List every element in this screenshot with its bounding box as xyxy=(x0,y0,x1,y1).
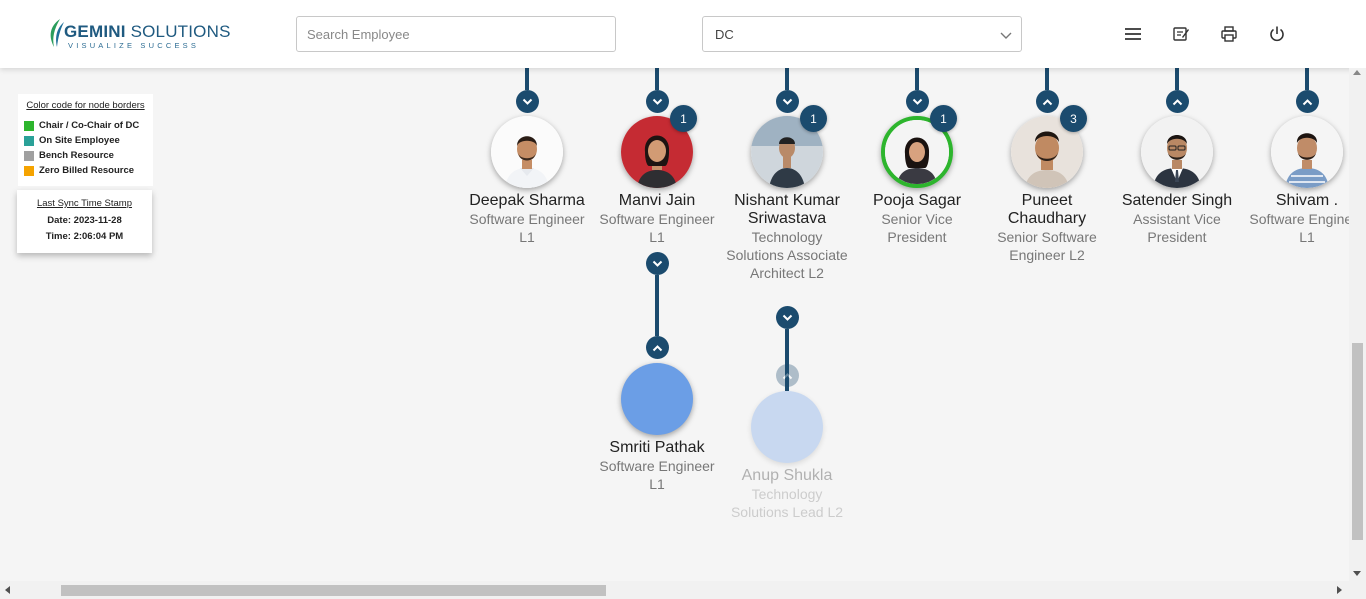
logo-wordmark: GEMINI SOLUTIONS xyxy=(64,22,231,41)
scroll-left-arrow[interactable] xyxy=(5,586,10,594)
employee-card-satender-singh[interactable]: Satender Singh Assistant Vice President xyxy=(1112,192,1242,246)
expand-children-toggle[interactable] xyxy=(646,252,669,275)
chevron-down-icon xyxy=(912,98,923,105)
gemini-solutions-logo[interactable]: GEMINI SOLUTIONS VISUALIZE SUCCESS xyxy=(46,16,230,52)
employee-name: Manvi Jain xyxy=(618,192,696,209)
print-icon[interactable] xyxy=(1218,23,1240,45)
avatar[interactable] xyxy=(491,116,563,188)
collapse-toggle[interactable] xyxy=(1166,90,1189,113)
employee-card-anup-shukla[interactable]: Anup Shukla Technology Solutions Lead L2 xyxy=(722,467,852,521)
leaf-logo-icon xyxy=(50,19,64,47)
expand-children-toggle[interactable] xyxy=(776,306,799,329)
chevron-down-icon xyxy=(1000,32,1012,39)
vertical-scrollbar-thumb[interactable] xyxy=(1352,343,1363,540)
collapse-toggle[interactable] xyxy=(646,336,669,359)
employee-name: Anup Shukla xyxy=(741,467,833,484)
chevron-up-icon xyxy=(652,344,663,351)
logo-tagline: VISUALIZE SUCCESS xyxy=(68,41,200,50)
edit-note-icon[interactable] xyxy=(1170,23,1192,45)
chevron-down-icon xyxy=(652,260,663,267)
employee-title: Software Engineer L1 xyxy=(599,211,715,245)
chevron-down-icon xyxy=(782,98,793,105)
employee-name: Shivam . xyxy=(1275,192,1339,209)
employee-card-smriti-pathak[interactable]: Smriti Pathak Software Engineer L1 xyxy=(592,439,722,493)
expand-toggle[interactable] xyxy=(646,90,669,113)
employee-name: Deepak Sharma xyxy=(469,192,585,209)
top-header: GEMINI SOLUTIONS VISUALIZE SUCCESS DC xyxy=(0,0,1366,68)
expand-toggle[interactable] xyxy=(516,90,539,113)
employee-card-nishant-kumar-sriwastava[interactable]: Nishant Kumar Sriwastava Technology Solu… xyxy=(722,192,852,282)
department-select[interactable]: DC xyxy=(702,16,1022,52)
scroll-down-arrow[interactable] xyxy=(1353,571,1361,576)
chevron-down-icon xyxy=(782,314,793,321)
employee-title: Assistant Vice President xyxy=(1133,211,1221,245)
chevron-up-icon xyxy=(782,372,793,379)
scroll-right-arrow[interactable] xyxy=(1337,586,1342,594)
collapse-toggle[interactable] xyxy=(776,364,799,387)
chevron-down-icon xyxy=(652,98,663,105)
employee-name: Satender Singh xyxy=(1121,192,1233,209)
horizontal-scrollbar-thumb[interactable] xyxy=(61,585,606,596)
connector-line xyxy=(525,68,529,90)
scroll-up-arrow[interactable] xyxy=(1353,70,1361,75)
reportee-count-badge: 1 xyxy=(930,105,957,132)
menu-icon[interactable] xyxy=(1122,23,1144,45)
collapse-toggle[interactable] xyxy=(1036,90,1059,113)
employee-name: Smriti Pathak xyxy=(609,439,705,456)
employee-card-manvi-jain[interactable]: Manvi Jain Software Engineer L1 xyxy=(592,192,722,246)
employee-card-pooja-sagar[interactable]: Pooja Sagar Senior Vice President xyxy=(852,192,982,246)
reportee-count-badge: 3 xyxy=(1060,105,1087,132)
expand-toggle[interactable] xyxy=(906,90,929,113)
employee-title: Senior Software Engineer L2 xyxy=(997,229,1097,263)
connector-line xyxy=(655,275,659,336)
power-icon[interactable] xyxy=(1266,23,1288,45)
org-chart-canvas[interactable]: Deepak Sharma Software Engineer L1 1 Man… xyxy=(0,68,1349,581)
employee-name: Puneet Chaudhary xyxy=(1007,192,1087,227)
collapse-toggle[interactable] xyxy=(1296,90,1319,113)
reportee-count-badge: 1 xyxy=(670,105,697,132)
department-select-value: DC xyxy=(715,27,734,42)
connector-line xyxy=(655,68,659,90)
search-employee-input[interactable] xyxy=(296,16,616,52)
employee-title: Software Engineer L1 xyxy=(1249,211,1349,245)
chevron-up-icon xyxy=(1302,98,1313,105)
employee-title: Software Engineer L1 xyxy=(599,458,715,492)
chevron-down-icon xyxy=(522,98,533,105)
avatar[interactable] xyxy=(1141,116,1213,188)
connector-line xyxy=(1175,68,1179,90)
connector-line xyxy=(915,68,919,90)
connector-line xyxy=(785,68,789,90)
expand-toggle[interactable] xyxy=(776,90,799,113)
reportee-count-badge: 1 xyxy=(800,105,827,132)
avatar-placeholder[interactable] xyxy=(751,391,823,463)
chevron-up-icon xyxy=(1042,98,1053,105)
employee-card-shivam[interactable]: Shivam . Software Engineer L1 xyxy=(1242,192,1349,246)
employee-card-deepak-sharma[interactable]: Deepak Sharma Software Engineer L1 xyxy=(462,192,592,246)
avatar-placeholder[interactable] xyxy=(621,363,693,435)
employee-title: Senior Vice President xyxy=(881,211,953,245)
connector-line xyxy=(1045,68,1049,90)
employee-name: Pooja Sagar xyxy=(872,192,962,209)
chevron-up-icon xyxy=(1172,98,1183,105)
connector-line xyxy=(1305,68,1309,90)
employee-title: Software Engineer L1 xyxy=(469,211,585,245)
employee-title: Technology Solutions Lead L2 xyxy=(730,486,844,520)
employee-name: Nishant Kumar Sriwastava xyxy=(734,192,840,227)
employee-title: Technology Solutions Associate Architect… xyxy=(726,229,848,281)
employee-card-puneet-chaudhary[interactable]: Puneet Chaudhary Senior Software Enginee… xyxy=(982,192,1112,264)
avatar[interactable] xyxy=(1271,116,1343,188)
